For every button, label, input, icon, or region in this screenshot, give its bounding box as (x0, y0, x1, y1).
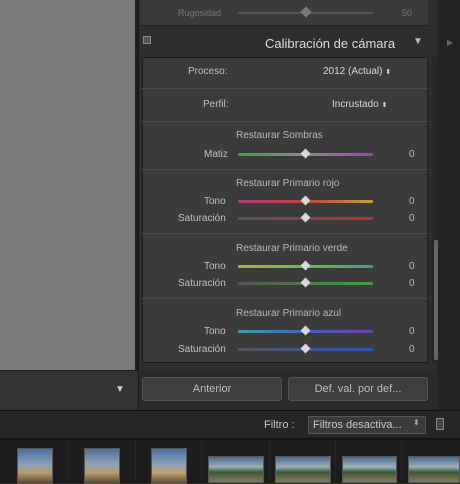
slider-value[interactable]: 0 (409, 326, 415, 337)
thumbnail-image[interactable] (342, 456, 397, 483)
rugosidad-label: Rugosidad (178, 8, 222, 18)
slider-label: Tono (204, 261, 226, 272)
previous-button[interactable]: Anterior (142, 377, 282, 401)
slider-label: Matiz (204, 149, 228, 160)
process-value: 2012 (Actual) (323, 66, 383, 77)
process-label: Proceso: (188, 66, 228, 77)
filmstrip-cell[interactable] (136, 440, 202, 484)
slider-value[interactable]: 0 (409, 278, 415, 289)
lock-icon[interactable] (436, 418, 444, 430)
slider-value[interactable]: 0 (409, 344, 415, 355)
section-title[interactable]: Calibración de cámara (265, 36, 395, 51)
slider-value[interactable]: 0 (409, 196, 415, 207)
filter-dropdown[interactable]: Filtros desactiva... (308, 416, 426, 434)
group-title-red: Restaurar Primario rojo (236, 178, 340, 189)
divider (142, 298, 428, 299)
triangle-right-icon[interactable]: ▶ (447, 38, 453, 47)
filmstrip-cell[interactable] (202, 440, 270, 483)
process-dropdown[interactable]: 2012 (Actual) ⬍ (323, 66, 391, 77)
profile-value: Incrustado (332, 99, 379, 110)
group-title-blue: Restaurar Primario azul (236, 308, 342, 319)
thumbnail-image[interactable] (275, 456, 331, 483)
divider (142, 169, 428, 170)
slider-value[interactable]: 0 (409, 261, 415, 272)
filmstrip-cell[interactable] (402, 440, 460, 483)
divider (142, 121, 428, 122)
image-viewer (0, 0, 137, 370)
slider-label: Saturación (178, 344, 226, 355)
filmstrip-cell[interactable] (0, 440, 68, 484)
filmstrip-cell[interactable] (68, 440, 136, 484)
slider-label: Saturación (178, 278, 226, 289)
filmstrip-cell[interactable] (336, 440, 402, 483)
updown-arrows-icon: ⬍ (381, 102, 388, 109)
divider (142, 88, 428, 89)
thumbnail-image[interactable] (208, 456, 264, 483)
thumbnail-image[interactable] (84, 448, 120, 484)
slider-label: Tono (204, 196, 226, 207)
rugosidad-value[interactable]: 50 (402, 8, 412, 18)
filter-label: Filtro : (264, 419, 295, 431)
thumbnail-image[interactable] (17, 448, 53, 484)
group-title-shadows: Restaurar Sombras (236, 130, 323, 141)
profile-dropdown[interactable]: Incrustado ⬍ (332, 99, 387, 110)
triangle-down-icon[interactable]: ▼ (110, 380, 130, 400)
triangle-down-icon[interactable]: ▼ (413, 36, 423, 47)
slider-label: Saturación (178, 213, 226, 224)
slider-label: Tono (204, 326, 226, 337)
right-panel-edge (438, 0, 460, 410)
reset-defaults-button[interactable]: Def. val. por def... (288, 377, 428, 401)
group-title-green: Restaurar Primario verde (236, 243, 348, 254)
thumbnail-image[interactable] (151, 448, 187, 484)
updown-arrows-icon: ⬍ (385, 69, 392, 76)
profile-label: Perfil: (203, 99, 229, 110)
slider-value[interactable]: 0 (409, 149, 415, 160)
section-toggle-switch[interactable] (143, 36, 151, 44)
thumbnail-image[interactable] (408, 456, 460, 483)
updown-arrows-icon[interactable]: ⬍ (413, 418, 420, 427)
slider-value[interactable]: 0 (409, 213, 415, 224)
divider (142, 233, 428, 234)
filmstrip-cell[interactable] (270, 440, 336, 483)
